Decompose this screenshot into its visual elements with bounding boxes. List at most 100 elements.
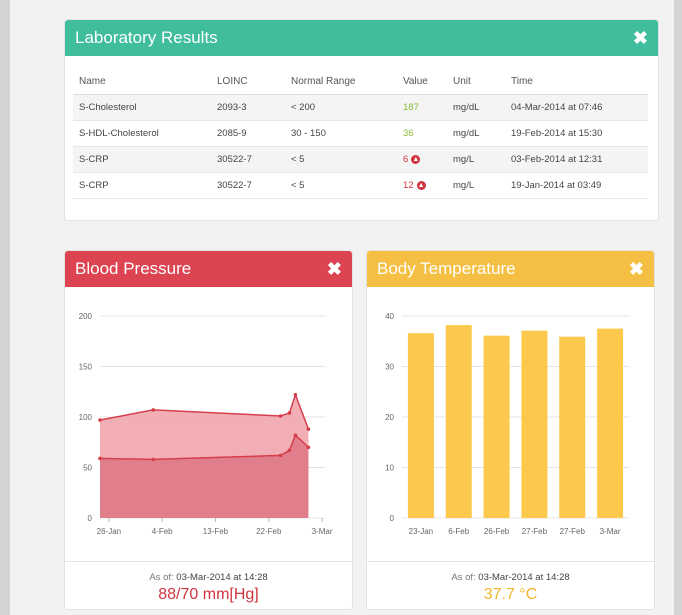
as-of-label: As of: xyxy=(149,572,174,583)
blood-pressure-chart: 0 50 100 150 200 26-Jan 4-Feb 13-Feb 22-Feb 3-Mar xyxy=(79,312,333,536)
body-temperature-chart: 0 10 20 30 40 23-Jan 6-Feb 26-Feb 27-Feb 27-Feb 3-… xyxy=(385,312,629,536)
as-of-line: As of: 03-Mar-2014 at 14:28 xyxy=(65,572,352,583)
as-of-date: 03-Mar-2014 at 14:28 xyxy=(478,572,570,583)
x-tick-label: 26-Feb xyxy=(484,527,510,536)
cell-loinc: 30522-7 xyxy=(216,172,290,199)
data-point xyxy=(287,411,292,415)
cell-time: 03-Feb-2014 at 12:31 xyxy=(510,146,648,173)
close-icon[interactable]: ✖ xyxy=(633,20,648,56)
cell-range: < 5 xyxy=(290,172,402,199)
cell-name: S-CRP xyxy=(73,146,216,173)
data-point xyxy=(306,445,311,450)
x-tick-label: 4-Feb xyxy=(152,527,173,536)
y-tick-label: 150 xyxy=(79,363,93,372)
blood-pressure-header: Blood Pressure ✖ xyxy=(65,251,352,287)
x-tick-label: 6-Feb xyxy=(448,527,469,536)
y-tick-label: 20 xyxy=(385,413,394,422)
as-of-date: 03-Mar-2014 at 14:28 xyxy=(176,572,268,583)
cell-name: S-CRP xyxy=(73,172,216,199)
cell-time: 19-Jan-2014 at 03:49 xyxy=(510,172,648,199)
x-tick-label: 3-Mar xyxy=(600,527,621,536)
blood-pressure-panel: Blood Pressure ✖ 0 50 100 150 200 26-Jan 4-Feb… xyxy=(64,250,353,610)
x-tick-label: 13-Feb xyxy=(203,527,229,536)
close-icon[interactable]: ✖ xyxy=(327,251,342,287)
cell-range: < 5 xyxy=(290,146,402,173)
table-row[interactable]: S-CRP 30522-7 < 5 6 ▲ mg/L 03-Feb-2014 at 12:3… xyxy=(73,146,648,173)
value-text: 12 xyxy=(403,180,414,191)
y-tick-label: 10 xyxy=(385,464,394,473)
lab-results-panel: Laboratory Results ✖ Name LOINC Normal R… xyxy=(64,19,659,221)
cell-loinc: 2085-9 xyxy=(216,120,290,147)
data-point xyxy=(306,427,311,431)
cell-loinc: 30522-7 xyxy=(216,146,290,173)
column-header-time: Time xyxy=(510,68,648,95)
latest-reading: 37.7 °C xyxy=(483,586,538,603)
latest-reading: 88/70 mm[Hg] xyxy=(158,586,259,603)
bar xyxy=(407,333,434,518)
data-point xyxy=(293,433,298,437)
data-point xyxy=(151,408,156,412)
data-point xyxy=(98,418,102,422)
blood-pressure-footer: As of: 03-Mar-2014 at 14:28 88/70 mm[Hg] xyxy=(65,561,352,609)
bar xyxy=(483,335,510,518)
column-header-value: Value xyxy=(402,68,452,95)
high-flag-icon: ▲ xyxy=(411,154,421,164)
value-text: 187 xyxy=(403,102,419,113)
bar xyxy=(559,336,586,518)
column-header-name: Name xyxy=(73,68,216,95)
column-header-unit: Unit xyxy=(452,68,510,95)
high-flag-icon: ▲ xyxy=(416,180,426,190)
column-header-loinc: LOINC xyxy=(216,68,290,95)
cell-range: 30 - 150 xyxy=(290,120,402,147)
y-tick-label: 0 xyxy=(390,514,395,523)
cell-loinc: 2093-3 xyxy=(216,94,290,121)
y-tick-label: 200 xyxy=(79,312,93,321)
cell-value: 12 ▲ xyxy=(402,172,452,199)
cell-unit: mg/L xyxy=(452,146,510,173)
body-temperature-footer: As of: 03-Mar-2014 at 14:28 37.7 °C xyxy=(367,561,654,609)
x-tick-label: 27-Feb xyxy=(522,527,548,536)
value-text: 36 xyxy=(403,128,414,139)
data-point xyxy=(278,414,283,418)
cell-unit: mg/L xyxy=(452,172,510,199)
cell-time: 19-Feb-2014 at 15:30 xyxy=(510,120,648,147)
table-row[interactable]: S-Cholesterol 2093-3 < 200 187 mg/dL 04-Mar-2… xyxy=(73,94,648,121)
cell-name: S-Cholesterol xyxy=(73,94,216,121)
bar xyxy=(445,325,472,518)
x-tick-label: 27-Feb xyxy=(560,527,586,536)
value-text: 6 xyxy=(403,154,409,165)
as-of-line: As of: 03-Mar-2014 at 14:28 xyxy=(367,572,654,583)
body-temperature-panel: Body Temperature ✖ 0 10 20 30 40 23-Jan 6-Feb 2… xyxy=(366,250,655,610)
y-tick-label: 100 xyxy=(79,413,93,422)
x-tick-label: 26-Jan xyxy=(97,527,121,536)
cell-value: 36 xyxy=(402,120,452,147)
close-icon[interactable]: ✖ xyxy=(629,251,644,287)
panel-title: Blood Pressure xyxy=(75,259,192,278)
table-row[interactable]: S-CRP 30522-7 < 5 12 ▲ mg/L 19-Jan-2014 at 03:… xyxy=(73,172,648,199)
bar xyxy=(521,330,548,518)
y-tick-label: 40 xyxy=(385,312,394,321)
cell-unit: mg/dL xyxy=(452,120,510,147)
table-row[interactable]: S-HDL-Cholesterol 2085-9 30 - 150 36 mg/dL 19… xyxy=(73,120,648,147)
body-temperature-header: Body Temperature ✖ xyxy=(367,251,654,287)
data-point xyxy=(278,453,283,458)
cell-range: < 200 xyxy=(290,94,402,121)
data-point xyxy=(98,456,102,461)
bar xyxy=(597,328,624,518)
panel-title: Laboratory Results xyxy=(75,28,218,47)
x-tick-label: 3-Mar xyxy=(312,527,333,536)
cell-time: 04-Mar-2014 at 07:46 xyxy=(510,94,648,121)
cell-unit: mg/dL xyxy=(452,94,510,121)
table-header-row: Name LOINC Normal Range Value Unit Time xyxy=(73,68,648,95)
lab-results-header: Laboratory Results ✖ xyxy=(65,20,658,56)
as-of-label: As of: xyxy=(451,572,476,583)
data-point xyxy=(151,457,156,462)
cell-value: 6 ▲ xyxy=(402,146,452,173)
column-header-range: Normal Range xyxy=(290,68,402,95)
panel-title: Body Temperature xyxy=(377,259,516,278)
y-tick-label: 50 xyxy=(83,464,92,473)
y-tick-label: 30 xyxy=(385,363,394,372)
cell-value: 187 xyxy=(402,94,452,121)
cell-name: S-HDL-Cholesterol xyxy=(73,120,216,147)
y-tick-label: 0 xyxy=(88,514,93,523)
